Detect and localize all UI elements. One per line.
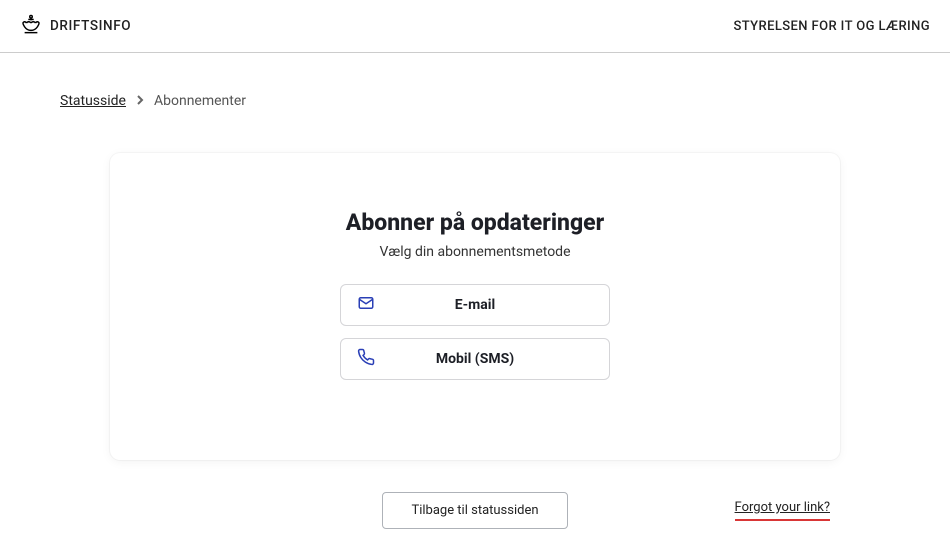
organization-text: STYRELSEN FOR IT OG LÆRING [733, 19, 930, 34]
footer-actions: Tilbage til statussiden Forgot your link… [110, 492, 840, 529]
breadcrumb-root-link[interactable]: Statusside [60, 93, 126, 109]
crown-icon [20, 14, 42, 38]
option-email-button[interactable]: E-mail [340, 284, 610, 326]
option-sms-button[interactable]: Mobil (SMS) [340, 338, 610, 380]
brand[interactable]: DRIFTSINFO [20, 14, 131, 38]
phone-icon [357, 348, 375, 370]
option-sms-label: Mobil (SMS) [375, 351, 593, 367]
back-button[interactable]: Tilbage til statussiden [382, 492, 567, 529]
brand-text: DRIFTSINFO [50, 18, 131, 34]
breadcrumb: Statusside Abonnementer [60, 93, 890, 109]
subscribe-card: Abonner på opdateringer Vælg din abonnem… [110, 153, 840, 460]
card-subtitle: Vælg din abonnementsmetode [150, 244, 800, 260]
breadcrumb-current: Abonnementer [154, 93, 246, 109]
main-content: Statusside Abonnementer Abonner på opdat… [0, 53, 950, 529]
option-email-label: E-mail [375, 297, 593, 313]
forgot-link[interactable]: Forgot your link? [735, 500, 830, 521]
page-header: DRIFTSINFO STYRELSEN FOR IT OG LÆRING [0, 0, 950, 53]
card-title: Abonner på opdateringer [150, 209, 800, 236]
chevron-right-icon [136, 93, 144, 109]
email-icon [357, 294, 375, 316]
